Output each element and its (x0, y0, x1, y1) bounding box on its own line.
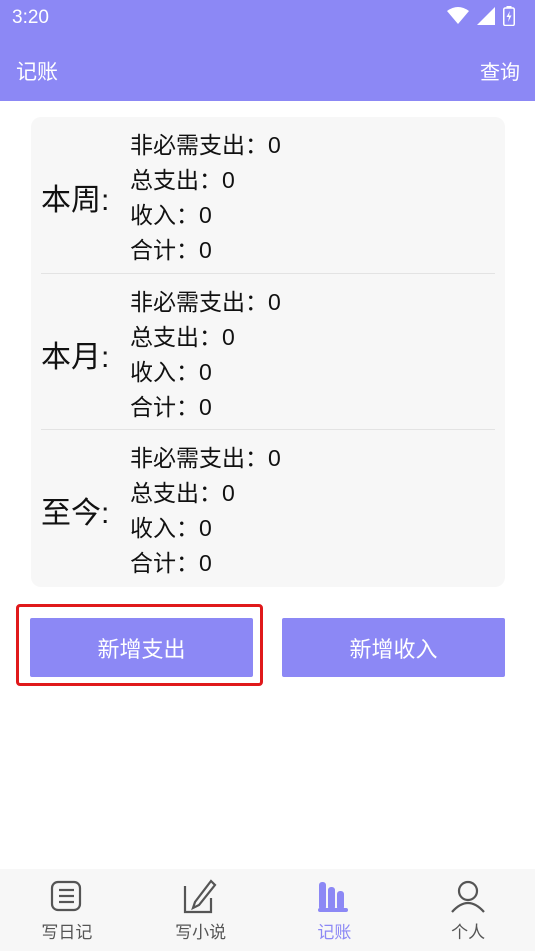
nav-item-novel[interactable]: 写小说 (134, 869, 268, 951)
period-block-month: 本月: 非必需支出：0 总支出：0 收入：0 合计：0 (41, 273, 495, 430)
period-label: 本周: (41, 184, 110, 217)
status-time: 3:20 (12, 7, 49, 28)
nav-item-profile[interactable]: 个人 (401, 869, 535, 951)
stat-nonessential: 非必需支出：0 (130, 132, 281, 158)
stat-total-expense: 总支出：0 (130, 480, 235, 506)
nav-item-accounting[interactable]: 记账 (268, 869, 402, 951)
wifi-icon (447, 7, 469, 24)
stat-income: 收入：0 (130, 515, 212, 541)
period-stats: 非必需支出：0 总支出：0 收入：0 合计：0 (130, 128, 281, 268)
period-stats: 非必需支出：0 总支出：0 收入：0 合计：0 (130, 285, 281, 425)
nav-label: 写小说 (175, 923, 227, 942)
bottom-nav: 写日记 写小说 记账 个人 (0, 869, 535, 951)
nav-item-diary[interactable]: 写日记 (0, 869, 134, 951)
stat-nonessential: 非必需支出：0 (130, 445, 281, 471)
period-stats: 非必需支出：0 总支出：0 收入：0 合计：0 (130, 441, 281, 581)
stat-net-total: 合计：0 (130, 394, 212, 420)
nav-label: 个人 (451, 923, 486, 942)
nav-label: 写日记 (41, 923, 93, 942)
page-title: 记账 (16, 61, 58, 84)
stat-income: 收入：0 (130, 359, 212, 385)
stat-total-expense: 总支出：0 (130, 324, 235, 350)
stat-total-expense: 总支出：0 (130, 167, 235, 193)
period-label: 至今: (41, 497, 110, 530)
app-bar: 记账 查询 (0, 36, 535, 101)
summary-card: 本周: 非必需支出：0 总支出：0 收入：0 合计：0 本月: 非必需支出：0 … (31, 117, 505, 587)
add-income-button[interactable]: 新增收入 (282, 618, 505, 677)
diary-icon (47, 878, 87, 914)
add-expense-button[interactable]: 新增支出 (30, 618, 253, 677)
query-button[interactable]: 查询 (480, 56, 520, 85)
stat-nonessential: 非必需支出：0 (130, 289, 281, 315)
person-icon (448, 878, 488, 914)
period-block-week: 本周: 非必需支出：0 总支出：0 收入：0 合计：0 (41, 117, 495, 273)
period-block-all-time: 至今: 非必需支出：0 总支出：0 收入：0 合计：0 (41, 429, 495, 586)
signal-icon (477, 7, 495, 25)
stat-net-total: 合计：0 (130, 237, 212, 263)
period-label: 本月: (41, 341, 110, 374)
status-bar: 3:20 (0, 0, 535, 36)
novel-icon (181, 878, 221, 914)
stat-income: 收入：0 (130, 202, 212, 228)
accounting-icon (314, 878, 354, 914)
nav-label: 记账 (317, 923, 352, 942)
stat-net-total: 合计：0 (130, 550, 212, 576)
status-icons (447, 6, 515, 26)
battery-icon (503, 6, 515, 26)
